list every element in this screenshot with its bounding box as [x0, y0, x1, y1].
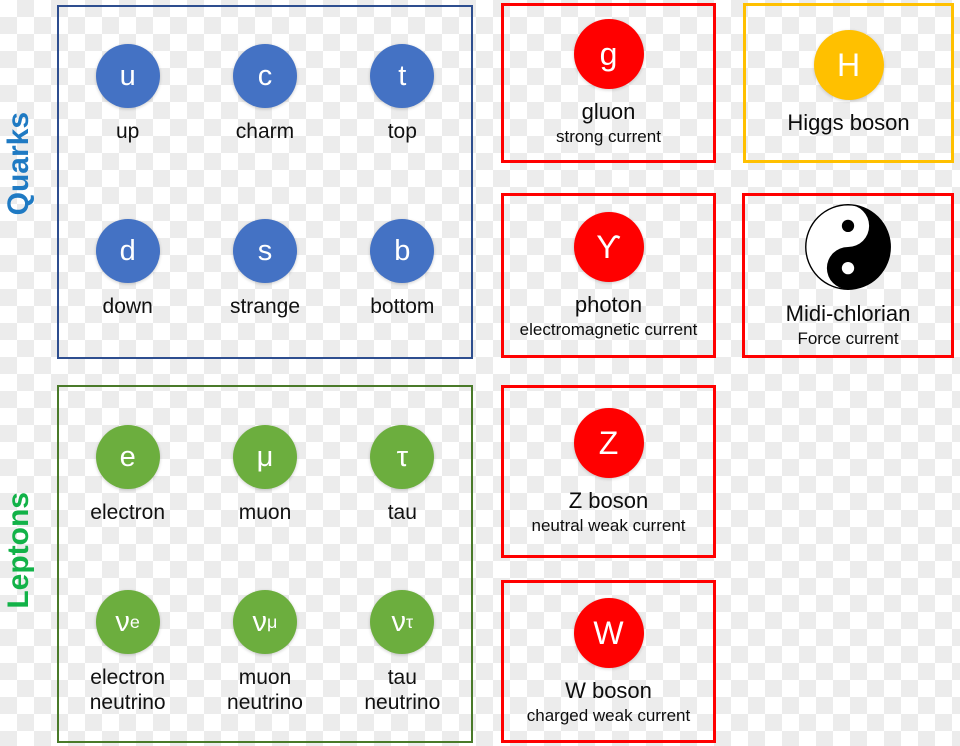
boson-title-photon: photon [574, 291, 643, 317]
symbol-base: μ [256, 440, 274, 473]
particle-label-up: up [115, 120, 140, 144]
particle-label-bottom: bottom [370, 295, 435, 319]
particle-label-top: top [387, 120, 417, 144]
particle-symbol-up: u [95, 44, 160, 109]
particle-up[interactable]: u up [95, 44, 160, 144]
particle-label-electron: electron [90, 501, 166, 525]
boson-subtitle-photon: electromagnetic current [519, 319, 698, 339]
particle-label-muon: muon [238, 501, 292, 525]
particle-electron-neutrino[interactable]: νe electron neutrino [90, 590, 166, 715]
boson-subtitle-gluon: strong current [556, 127, 661, 147]
particle-symbol-bottom: b [370, 219, 435, 284]
boson-subtitle-midi-chlorian: Force current [797, 328, 899, 348]
boson-subtitle-z-boson: neutral weak current [531, 515, 686, 535]
particle-top[interactable]: t top [370, 44, 435, 144]
leptons-particle-grid: e electron μ muon τ tau νe electron neut… [59, 387, 471, 741]
particle-charm[interactable]: c charm [232, 44, 297, 144]
symbol-subscript: τ [406, 612, 414, 633]
particle-muon[interactable]: μ muon [232, 425, 297, 525]
boson-card-gluon[interactable]: g gluon strong current [501, 3, 716, 163]
yin-yang-icon [804, 203, 892, 291]
particle-symbol-down: d [95, 219, 160, 284]
quarks-group-box: u up c charm t top d down s strange b bo… [57, 5, 473, 359]
boson-title-z-boson: Z boson [568, 487, 649, 513]
standard-model-diagram: Quarks u up c charm t top d down s stran… [0, 0, 960, 746]
particle-label-charm: charm [235, 120, 295, 144]
symbol-base: ν [391, 605, 407, 638]
quarks-particle-grid: u up c charm t top d down s strange b bo… [59, 7, 471, 357]
particle-label-tau-neutrino: tau neutrino [364, 666, 441, 714]
particle-label-strange: strange [229, 295, 301, 319]
symbol-subscript: e [129, 612, 140, 633]
boson-symbol-z-boson: Z [573, 407, 644, 478]
particle-tau-neutrino[interactable]: ντ tau neutrino [364, 590, 440, 715]
boson-symbol-higgs: H [813, 30, 884, 101]
leptons-group-box: e electron μ muon τ tau νe electron neut… [57, 385, 473, 743]
particle-symbol-charm: c [232, 44, 297, 109]
particle-tau[interactable]: τ tau [370, 425, 435, 525]
particle-symbol-muon: μ [232, 425, 297, 490]
particle-muon-neutrino[interactable]: νμ muon neutrino [227, 590, 303, 715]
symbol-base: e [119, 440, 136, 473]
section-label-quarks: Quarks [2, 112, 35, 216]
boson-title-w-boson: W boson [565, 677, 652, 703]
particle-label-tau: tau [387, 501, 417, 525]
particle-label-electron-neutrino: electron neutrino [89, 666, 166, 714]
symbol-base: τ [396, 440, 409, 473]
particle-bottom[interactable]: b bottom [370, 219, 434, 319]
particle-symbol-strange: s [232, 219, 297, 284]
particle-symbol-electron-neutrino: νe [95, 590, 160, 655]
boson-symbol-gluon: g [573, 19, 644, 90]
symbol-base: ν [115, 605, 130, 638]
boson-subtitle-w-boson: charged weak current [526, 705, 691, 725]
boson-title-higgs: Higgs boson [787, 110, 910, 136]
particle-strange[interactable]: s strange [230, 219, 300, 319]
particle-down[interactable]: d down [95, 219, 160, 319]
particle-symbol-muon-neutrino: νμ [232, 590, 297, 655]
boson-card-z-boson[interactable]: Z Z boson neutral weak current [501, 385, 716, 558]
boson-card-midi-chlorian[interactable]: Midi-chlorian Force current [742, 193, 954, 358]
boson-card-w-boson[interactable]: W W boson charged weak current [501, 580, 716, 743]
symbol-subscript: μ [267, 612, 278, 633]
boson-card-photon[interactable]: ϒ photon electromagnetic current [501, 193, 716, 358]
boson-card-higgs[interactable]: H Higgs boson [743, 3, 954, 163]
boson-title-gluon: gluon [581, 99, 636, 125]
particle-label-muon-neutrino: muon neutrino [227, 666, 303, 714]
boson-symbol-photon: ϒ [573, 211, 644, 282]
particle-symbol-top: t [370, 44, 435, 109]
boson-title-midi-chlorian: Midi-chlorian [785, 300, 911, 326]
particle-symbol-electron: e [95, 425, 160, 490]
particle-symbol-tau-neutrino: ντ [370, 590, 435, 655]
particle-symbol-tau: τ [370, 425, 435, 490]
particle-electron[interactable]: e electron [90, 425, 165, 525]
boson-symbol-w-boson: W [573, 597, 644, 668]
particle-label-down: down [102, 295, 153, 319]
section-label-leptons: Leptons [2, 492, 35, 609]
symbol-base: ν [252, 605, 268, 638]
